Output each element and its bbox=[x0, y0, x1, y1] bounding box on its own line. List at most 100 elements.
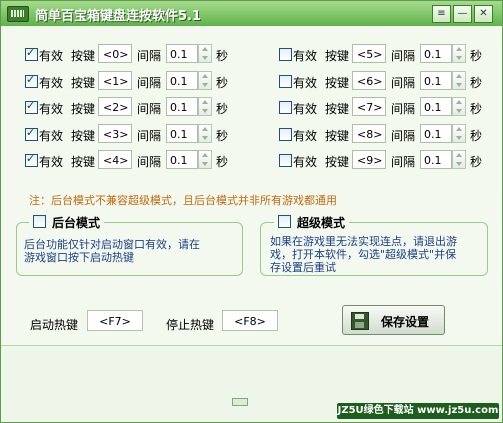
valid-label: 有效 bbox=[293, 49, 318, 63]
interval-spinner[interactable] bbox=[198, 44, 212, 63]
key-field[interactable]: <6> bbox=[352, 71, 386, 90]
start-hotkey-field[interactable]: <F7> bbox=[87, 310, 143, 331]
key-label: 按键 bbox=[325, 76, 350, 90]
key-label: 按键 bbox=[71, 76, 96, 90]
interval-field[interactable]: 0.1 bbox=[420, 71, 452, 90]
key-field[interactable]: <8> bbox=[352, 124, 386, 143]
valid-label: 有效 bbox=[293, 155, 318, 169]
valid-label: 有效 bbox=[39, 49, 64, 63]
interval-field[interactable]: 0.1 bbox=[420, 44, 452, 63]
interval-spinner[interactable] bbox=[452, 97, 466, 116]
stop-hotkey-field[interactable]: <F8> bbox=[222, 310, 278, 331]
enable-checkbox[interactable] bbox=[279, 128, 292, 141]
interval-spinner[interactable] bbox=[452, 44, 466, 63]
interval-spinner[interactable] bbox=[198, 71, 212, 90]
minimize-button[interactable]: — bbox=[453, 5, 472, 23]
enable-checkbox[interactable] bbox=[279, 101, 292, 114]
interval-label: 间隔 bbox=[137, 102, 162, 116]
key-field[interactable]: <3> bbox=[98, 124, 132, 143]
background-desc-line: 游戏窗口按下启动热键 bbox=[24, 251, 134, 264]
title-bar[interactable]: 简单百宝箱键盘连按软件5.1 ≡ — ✕ bbox=[1, 1, 502, 26]
interval-spinner[interactable] bbox=[198, 124, 212, 143]
background-mode-description: 后台功能仅针对启动窗口有效，请在 游戏窗口按下启动热键 bbox=[24, 238, 200, 264]
interval-spinner[interactable] bbox=[452, 124, 466, 143]
valid-label: 有效 bbox=[293, 102, 318, 116]
valid-label: 有效 bbox=[39, 76, 64, 90]
interval-field[interactable]: 0.1 bbox=[420, 97, 452, 116]
interval-label: 间隔 bbox=[391, 129, 416, 143]
key-field[interactable]: <1> bbox=[98, 71, 132, 90]
valid-label: 有效 bbox=[293, 129, 318, 143]
key-field[interactable]: <9> bbox=[352, 150, 386, 169]
super-mode-title[interactable]: 超级模式 bbox=[274, 214, 350, 231]
valid-label: 有效 bbox=[39, 155, 64, 169]
right-key-row: 有效 按键 <9> 间隔 0.1 秒 bbox=[277, 149, 502, 171]
compatibility-note: 注：后台模式不兼容超级模式，且后台模式并非所有游戏都通用 bbox=[29, 194, 337, 207]
interval-label: 间隔 bbox=[137, 76, 162, 90]
site-watermark: JZ5U绿色下载站 www.jz5u.com bbox=[337, 403, 499, 419]
window-title: 简单百宝箱键盘连按软件5.1 bbox=[35, 9, 202, 24]
interval-field[interactable]: 0.1 bbox=[166, 124, 198, 143]
keyboard-icon bbox=[7, 6, 29, 22]
key-field[interactable]: <5> bbox=[352, 44, 386, 63]
key-label: 按键 bbox=[325, 129, 350, 143]
interval-field[interactable]: 0.1 bbox=[166, 97, 198, 116]
seconds-label: 秒 bbox=[216, 49, 229, 63]
interval-spinner[interactable] bbox=[452, 71, 466, 90]
right-key-row: 有效 按键 <6> 间隔 0.1 秒 bbox=[277, 70, 502, 92]
key-field[interactable]: <0> bbox=[98, 44, 132, 63]
key-field[interactable]: <7> bbox=[352, 97, 386, 116]
resize-handle[interactable] bbox=[232, 398, 248, 406]
left-key-row: 有效按键<2> 间隔 0.1 秒 bbox=[23, 96, 253, 118]
left-key-row: 有效按键<0> 间隔 0.1 秒 bbox=[23, 43, 253, 65]
seconds-label: 秒 bbox=[216, 155, 229, 169]
key-label: 按键 bbox=[71, 155, 96, 169]
floppy-disk-icon bbox=[351, 312, 369, 330]
close-button[interactable]: ✕ bbox=[474, 5, 493, 23]
enable-checkbox[interactable] bbox=[279, 154, 292, 167]
right-key-row: 有效 按键 <5> 间隔 0.1 秒 bbox=[277, 43, 502, 65]
super-mode-checkbox[interactable] bbox=[278, 215, 291, 228]
interval-field[interactable]: 0.1 bbox=[166, 150, 198, 169]
enable-checkbox[interactable] bbox=[25, 46, 38, 61]
interval-field[interactable]: 0.1 bbox=[166, 44, 198, 63]
enable-checkbox[interactable] bbox=[279, 48, 292, 61]
enable-checkbox[interactable] bbox=[25, 152, 38, 167]
super-desc-line: 如果在游戏里无法实现连点，请退出游 bbox=[270, 235, 457, 248]
key-field[interactable]: <4> bbox=[98, 150, 132, 169]
save-settings-button[interactable]: 保存设置 bbox=[342, 305, 445, 335]
background-mode-title[interactable]: 后台模式 bbox=[29, 214, 105, 231]
left-key-row: 有效按键<4> 间隔 0.1 秒 bbox=[23, 149, 253, 171]
interval-field[interactable]: 0.1 bbox=[420, 150, 452, 169]
interval-label: 间隔 bbox=[137, 129, 162, 143]
enable-checkbox[interactable] bbox=[25, 73, 38, 88]
interval-spinner[interactable] bbox=[198, 150, 212, 169]
stop-hotkey-label: 停止热键 bbox=[166, 318, 215, 332]
key-field[interactable]: <2> bbox=[98, 97, 132, 116]
valid-label: 有效 bbox=[39, 102, 64, 116]
super-desc-line: 存设置后重试 bbox=[270, 261, 336, 274]
enable-checkbox[interactable] bbox=[25, 126, 38, 141]
seconds-label: 秒 bbox=[470, 155, 483, 169]
key-label: 按键 bbox=[71, 49, 96, 63]
save-settings-label: 保存设置 bbox=[381, 315, 430, 329]
interval-spinner[interactable] bbox=[452, 150, 466, 169]
right-key-row: 有效 按键 <7> 间隔 0.1 秒 bbox=[277, 96, 502, 118]
interval-label: 间隔 bbox=[391, 49, 416, 63]
enable-checkbox[interactable] bbox=[279, 75, 292, 88]
super-mode-label: 超级模式 bbox=[297, 216, 346, 230]
seconds-label: 秒 bbox=[470, 102, 483, 116]
super-desc-line: 戏，打开本软件，勾选"超级模式"并保 bbox=[270, 248, 457, 261]
interval-label: 间隔 bbox=[391, 102, 416, 116]
start-hotkey-label: 启动热键 bbox=[30, 318, 79, 332]
enable-checkbox[interactable] bbox=[25, 99, 38, 114]
interval-field[interactable]: 0.1 bbox=[166, 71, 198, 90]
valid-label: 有效 bbox=[293, 76, 318, 90]
seconds-label: 秒 bbox=[216, 129, 229, 143]
menu-button[interactable]: ≡ bbox=[432, 5, 451, 23]
interval-field[interactable]: 0.1 bbox=[420, 124, 452, 143]
background-mode-checkbox[interactable] bbox=[33, 215, 46, 228]
interval-label: 间隔 bbox=[137, 155, 162, 169]
key-label: 按键 bbox=[71, 102, 96, 116]
interval-spinner[interactable] bbox=[198, 97, 212, 116]
